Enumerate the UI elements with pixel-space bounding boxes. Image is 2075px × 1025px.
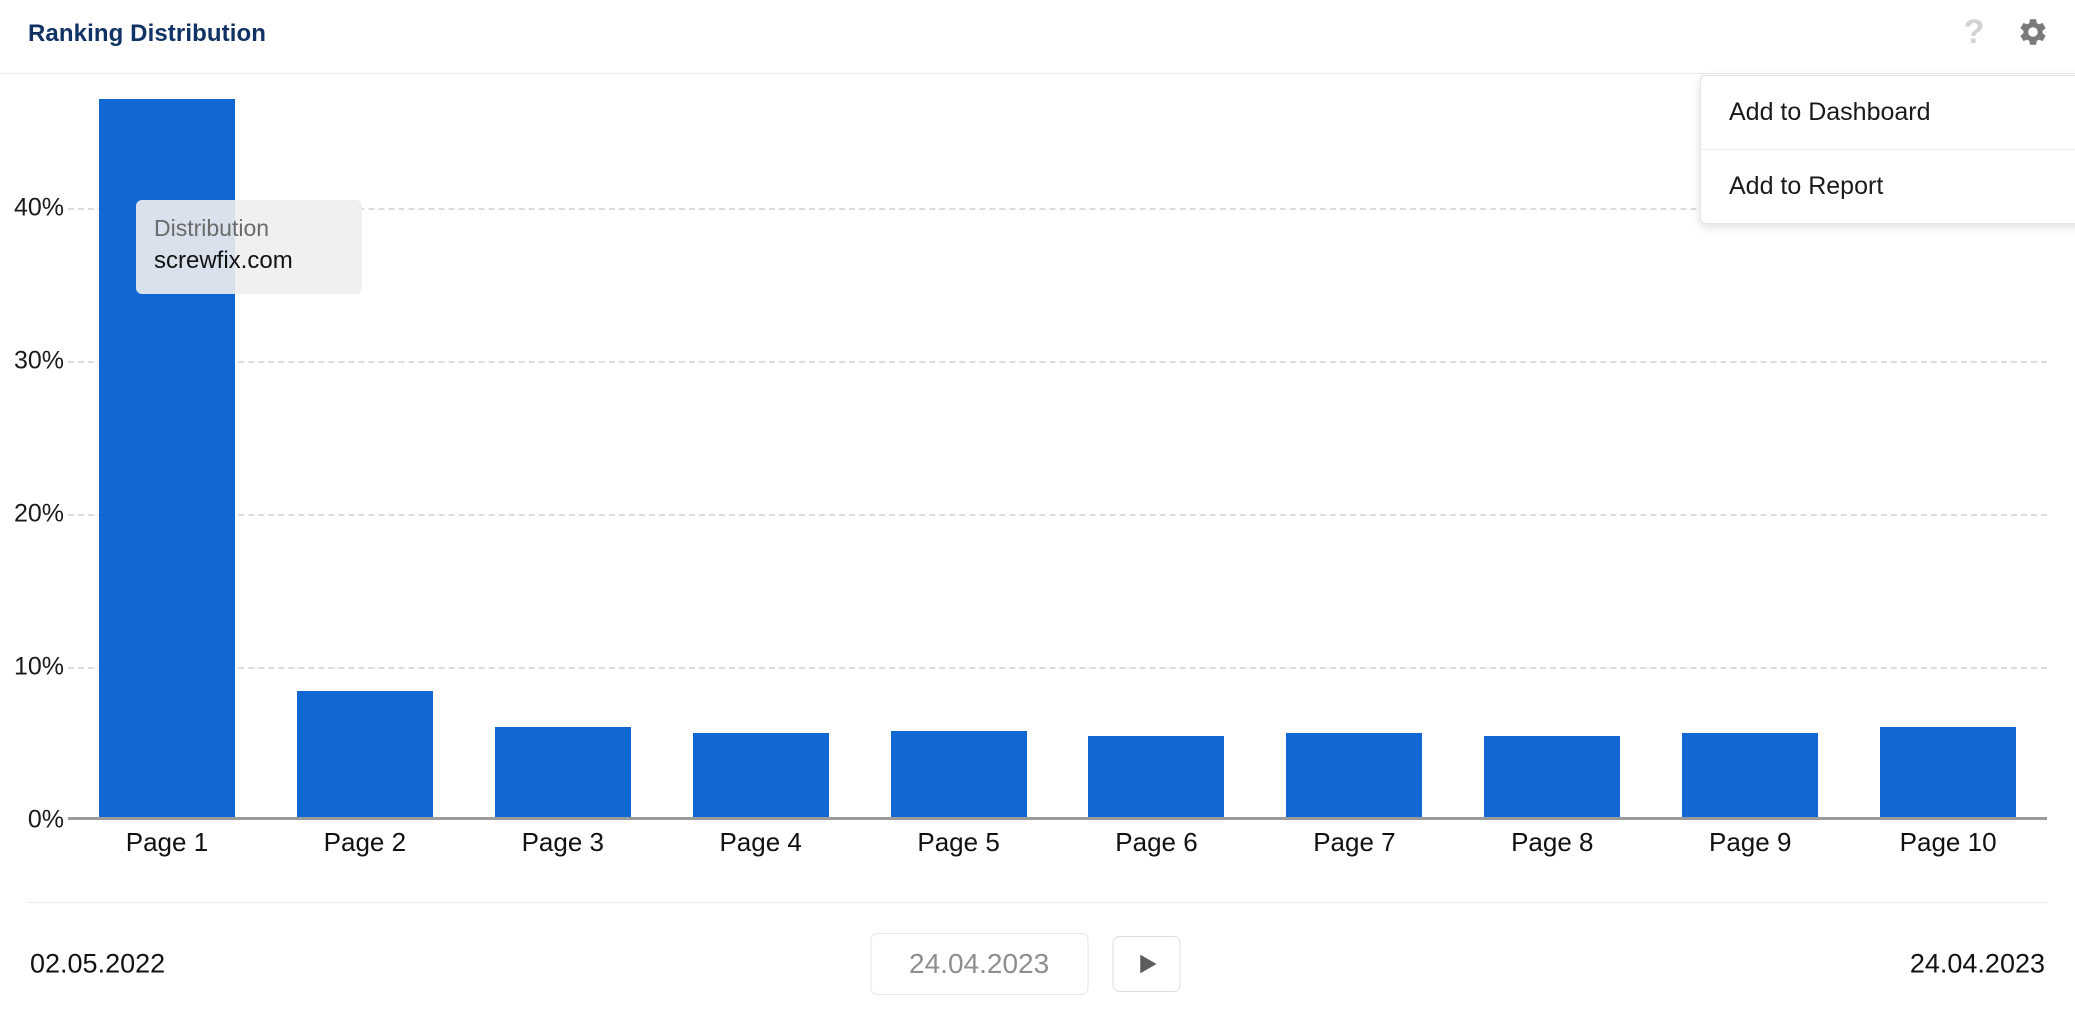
- bar-slot: [1255, 85, 1453, 817]
- y-axis-tick-label: 40%: [14, 193, 64, 222]
- chart-bar[interactable]: [495, 727, 631, 817]
- footer-timeline-controls: 02.05.2022 24.04.2023 24.04.2023: [0, 903, 2075, 1025]
- chart-bar[interactable]: [1682, 733, 1818, 817]
- bar-slot: [464, 85, 662, 817]
- settings-dropdown-menu: Add to Dashboard Add to Report: [1700, 75, 2075, 224]
- header-actions: ?: [1961, 13, 2049, 51]
- x-axis-tick-label: Page 4: [662, 827, 860, 858]
- x-axis-tick-label: Page 3: [464, 827, 662, 858]
- chart-bar[interactable]: [891, 731, 1027, 817]
- timeline-center-controls: 24.04.2023: [870, 933, 1180, 995]
- bar-slot: [662, 85, 860, 817]
- gear-icon[interactable]: [2017, 16, 2049, 48]
- x-axis-tick-label: Page 8: [1453, 827, 1651, 858]
- chart-bar[interactable]: [1088, 736, 1224, 817]
- chart-bar[interactable]: [1484, 736, 1620, 817]
- x-axis-tick-label: Page 10: [1849, 827, 2047, 858]
- bar-slot: [266, 85, 464, 817]
- x-axis-labels: Page 1Page 2Page 3Page 4Page 5Page 6Page…: [68, 827, 2047, 858]
- y-axis-tick-label: 10%: [14, 652, 64, 681]
- chart-tooltip: Distribution screwfix.com: [136, 200, 362, 294]
- bar-slot: [1453, 85, 1651, 817]
- timeline-end-date: 24.04.2023: [1910, 949, 2045, 980]
- chart-bar[interactable]: [297, 691, 433, 817]
- tooltip-value: screwfix.com: [154, 244, 344, 278]
- play-button[interactable]: [1112, 936, 1180, 992]
- x-axis-tick-label: Page 5: [860, 827, 1058, 858]
- menu-item-add-to-dashboard[interactable]: Add to Dashboard: [1701, 76, 2075, 149]
- widget-header: Ranking Distribution ?: [0, 0, 2075, 74]
- chart-bar[interactable]: [693, 733, 829, 817]
- page-title: Ranking Distribution: [28, 20, 266, 48]
- x-axis-tick-label: Page 1: [68, 827, 266, 858]
- timeline-start-date: 02.05.2022: [30, 949, 165, 980]
- tooltip-title: Distribution: [154, 212, 344, 244]
- menu-item-add-to-report[interactable]: Add to Report: [1701, 149, 2075, 223]
- x-axis-tick-label: Page 9: [1651, 827, 1849, 858]
- bar-slot: [68, 85, 266, 817]
- bar-slot: [1058, 85, 1256, 817]
- x-axis-line: [68, 817, 2047, 820]
- current-date-box[interactable]: 24.04.2023: [870, 933, 1088, 995]
- chart-bar[interactable]: [1880, 727, 2016, 817]
- help-icon[interactable]: ?: [1961, 13, 1987, 51]
- x-axis-tick-label: Page 6: [1058, 827, 1256, 858]
- x-axis-tick-label: Page 7: [1255, 827, 1453, 858]
- bar-slot: [860, 85, 1058, 817]
- y-axis-tick-label: 20%: [14, 499, 64, 528]
- y-axis-tick-label: 30%: [14, 346, 64, 375]
- y-axis-labels: 0%10%20%30%40%: [0, 85, 68, 820]
- y-axis-tick-label: 0%: [28, 806, 64, 835]
- x-axis-tick-label: Page 2: [266, 827, 464, 858]
- chart-bar[interactable]: [1286, 733, 1422, 817]
